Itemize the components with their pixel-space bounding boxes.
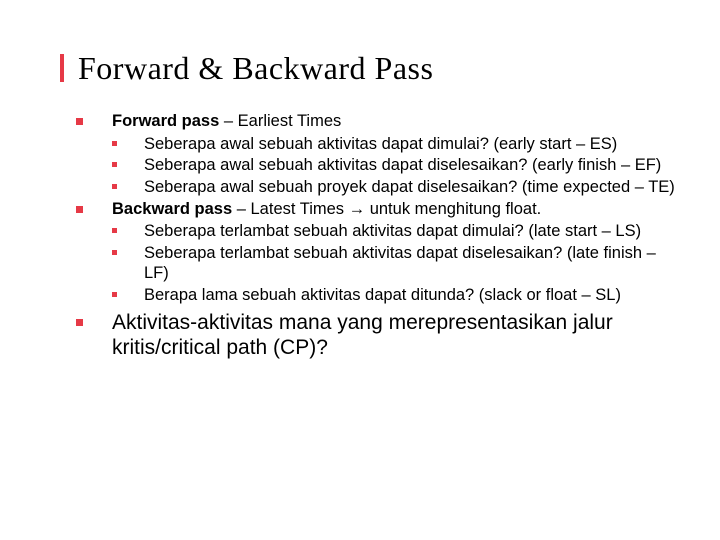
slide: Forward & Backward Pass Forward pass – E…	[0, 0, 720, 540]
forward-item: Seberapa awal sebuah aktivitas dapat dim…	[76, 134, 680, 155]
title-block: Forward & Backward Pass	[60, 50, 680, 87]
forward-heading-bold: Forward pass	[112, 112, 219, 130]
backward-heading-bold: Backward pass	[112, 200, 232, 218]
backward-item: Seberapa terlambat sebuah aktivitas dapa…	[76, 221, 680, 242]
content: Forward pass – Earliest Times Seberapa a…	[60, 111, 680, 360]
backward-heading: Backward pass – Latest Times → untuk men…	[76, 199, 680, 220]
forward-heading: Forward pass – Earliest Times	[76, 111, 680, 132]
backward-heading-rest: – Latest Times → untuk menghitung float.	[232, 200, 541, 218]
title-accent-bar	[60, 54, 64, 82]
forward-heading-rest: – Earliest Times	[219, 112, 341, 130]
backward-item: Seberapa terlambat sebuah aktivitas dapa…	[76, 243, 680, 284]
backward-item: Berapa lama sebuah aktivitas dapat ditun…	[76, 285, 680, 306]
closing-line: Aktivitas-aktivitas mana yang merepresen…	[76, 310, 680, 360]
slide-title: Forward & Backward Pass	[78, 50, 680, 87]
forward-item: Seberapa awal sebuah proyek dapat disele…	[76, 177, 680, 198]
forward-item: Seberapa awal sebuah aktivitas dapat dis…	[76, 155, 680, 176]
